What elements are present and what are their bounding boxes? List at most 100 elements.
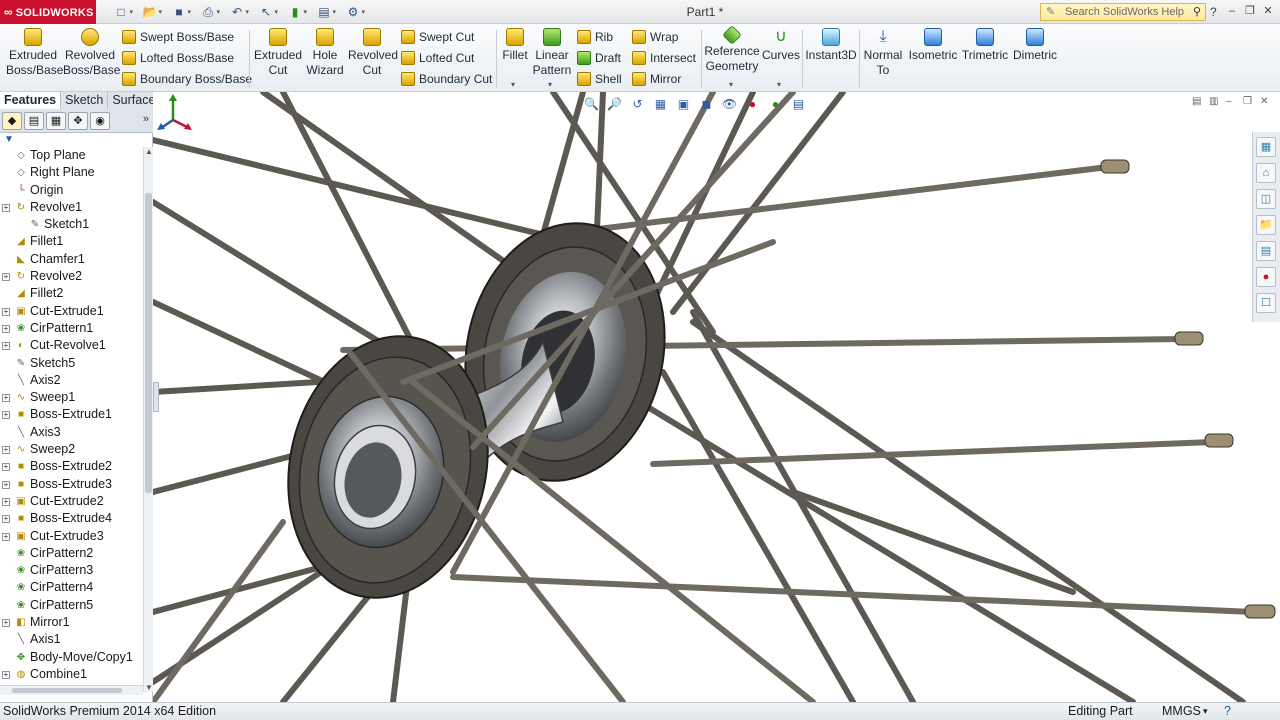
unit-system-dropdown-icon[interactable]: ▾ [1203, 703, 1208, 720]
tab-features[interactable]: Features [0, 92, 62, 109]
feature-tree-item[interactable]: ◢ Fillet1 [0, 233, 143, 250]
normal-to-button[interactable]: ⤓ Normal To [862, 28, 904, 78]
feature-tree-item[interactable]: ❀ CirPattern5 [0, 597, 143, 614]
feature-tree-item[interactable]: + ■ Boss-Extrude2 [0, 458, 143, 475]
expand-icon[interactable]: + [2, 324, 10, 333]
minimize-icon[interactable]: – [1224, 2, 1240, 20]
feature-tree-item[interactable]: + ↻ Revolve1 [0, 199, 143, 216]
extruded-cut-button[interactable]: Extruded Cut [254, 28, 302, 78]
doc-restore-icon[interactable]: ❐ [1243, 96, 1255, 108]
property-manager-tab-icon[interactable]: ▤ [24, 112, 44, 130]
feature-tree-item[interactable]: + ↻ Revolve2 [0, 268, 143, 285]
expand-icon[interactable]: + [2, 480, 10, 489]
split-view-icon[interactable]: ▤ [1192, 96, 1204, 108]
display-style-icon[interactable]: ◼ [698, 96, 715, 113]
feature-tree-item[interactable]: + ▣ Cut-Extrude1 [0, 303, 143, 320]
doc-minimize-icon[interactable]: – [1226, 96, 1238, 108]
restore-icon[interactable]: ❐ [1242, 2, 1258, 20]
feature-tree-item[interactable]: ◇ Top Plane [0, 147, 143, 164]
feature-tree-item[interactable]: ◇ Right Plane [0, 164, 143, 181]
scrollbar-thumb[interactable] [12, 688, 122, 693]
shell-button[interactable]: Shell [577, 70, 622, 88]
feature-tree-item[interactable]: ╲ Axis3 [0, 424, 143, 441]
feature-tree-item[interactable]: ✥ Body-Move/Copy1 [0, 649, 143, 666]
collapse-panel-icon[interactable]: » [143, 113, 149, 125]
section-view-icon[interactable]: ▦ [652, 96, 669, 113]
boundary-cut-button[interactable]: Boundary Cut [401, 70, 492, 88]
new-icon[interactable]: □ [108, 3, 134, 22]
search-icon[interactable]: ⚲ [1193, 4, 1201, 20]
scrollbar-thumb[interactable] [145, 193, 152, 493]
draft-button[interactable]: Draft [577, 49, 621, 67]
hide-show-items-icon[interactable]: 👁 [721, 96, 738, 113]
feature-tree-item[interactable]: ❀ CirPattern4 [0, 579, 143, 596]
file-properties-icon[interactable]: ▤ [311, 3, 337, 22]
feature-tree-item[interactable]: + ▣ Cut-Extrude2 [0, 493, 143, 510]
custom-properties-icon[interactable]: ☐ [1256, 293, 1276, 313]
linear-pattern-dropdown-icon[interactable]: ▾ [548, 80, 552, 89]
previous-view-icon[interactable]: ↺ [629, 96, 646, 113]
expand-icon[interactable]: + [2, 670, 10, 679]
lofted-boss-button[interactable]: Lofted Boss/Base [122, 49, 234, 67]
linear-pattern-button[interactable]: Linear Pattern [532, 28, 572, 78]
solidworks-logo[interactable]: ∞ SOLIDWORKS [0, 0, 96, 24]
curves-dropdown-icon[interactable]: ▾ [777, 80, 781, 89]
feature-tree-item[interactable]: + ■ Boss-Extrude3 [0, 476, 143, 493]
swept-boss-button[interactable]: Swept Boss/Base [122, 28, 234, 46]
feature-tree-item[interactable]: └ Origin [0, 182, 143, 199]
expand-icon[interactable]: + [2, 411, 10, 420]
feature-tree-item[interactable]: + ∿ Sweep1 [0, 389, 143, 406]
view-orientation-icon[interactable]: ▣ [675, 96, 692, 113]
split-view-vertical-icon[interactable]: ▥ [1209, 96, 1221, 108]
feature-tree-tab-icon[interactable]: ◆ [2, 112, 22, 130]
solidworks-resources-icon[interactable]: ▦ [1256, 137, 1276, 157]
feature-tree-item[interactable]: + ◧ Mirror1 [0, 614, 143, 631]
expand-icon[interactable]: + [2, 463, 10, 472]
save-icon[interactable]: ■ [166, 3, 192, 22]
feature-tree-item[interactable]: ✎ Sketch1 [0, 216, 143, 233]
expand-icon[interactable]: + [2, 515, 10, 524]
expand-icon[interactable]: + [2, 497, 10, 506]
scroll-down-icon[interactable]: ▼ [145, 683, 153, 692]
feature-tree-item[interactable]: ❀ CirPattern3 [0, 562, 143, 579]
fillet-dropdown-icon[interactable]: ▾ [511, 80, 515, 89]
design-library-icon[interactable]: ◫ [1256, 189, 1276, 209]
trimetric-button[interactable]: Trimetric [961, 28, 1009, 63]
dimetric-button[interactable]: Dimetric [1011, 28, 1059, 63]
feature-tree-item[interactable]: ◢ Fillet2 [0, 285, 143, 302]
select-icon[interactable]: ↖ [253, 3, 279, 22]
intersect-button[interactable]: Intersect [632, 49, 696, 67]
undo-icon[interactable]: ↶ [224, 3, 250, 22]
revolved-boss-button[interactable]: Revolved Boss/Base [63, 28, 120, 78]
rebuild-icon[interactable]: ▮ [282, 3, 308, 22]
feature-tree-item[interactable]: + ◐ Cut-Revolve1 [0, 337, 143, 354]
feature-tree-item[interactable]: ◣ Chamfer1 [0, 251, 143, 268]
expand-icon[interactable]: + [2, 446, 10, 455]
view-palette-icon[interactable]: ▤ [1256, 241, 1276, 261]
search-help-input[interactable]: ✎ Search SolidWorks Help ⚲ [1040, 3, 1206, 21]
feature-tree-item[interactable]: + ❀ CirPattern1 [0, 320, 143, 337]
scroll-up-icon[interactable]: ▲ [145, 147, 153, 156]
zoom-to-fit-icon[interactable]: 🔍 [583, 96, 600, 113]
mirror-button[interactable]: Mirror [632, 70, 681, 88]
tab-sketch[interactable]: Sketch [61, 92, 109, 109]
expand-icon[interactable]: + [2, 532, 10, 541]
feature-tree-item[interactable]: ✎ Sketch5 [0, 355, 143, 372]
feature-tree-item[interactable]: + ■ Boss-Extrude1 [0, 406, 143, 423]
expand-icon[interactable]: + [2, 273, 10, 282]
boundary-boss-button[interactable]: Boundary Boss/Base [122, 70, 252, 88]
wheel-hub-model[interactable] [153, 92, 1280, 702]
graphics-area[interactable]: 🔍 🔎 ↺ ▦ ▣ ◼ 👁 ● ● ▤ ▤ ▥ – ❐ ✕ ▦ ⌂ ◫ 📁 ▤ … [153, 92, 1280, 702]
revolved-cut-button[interactable]: Revolved Cut [348, 28, 398, 78]
view-settings-icon[interactable]: ▤ [790, 96, 807, 113]
feature-tree-item[interactable]: ╲ Axis2 [0, 372, 143, 389]
feature-tree-item[interactable]: + ◍ Combine1 [0, 666, 143, 683]
display-manager-tab-icon[interactable]: ◉ [90, 112, 110, 130]
expand-icon[interactable]: + [2, 203, 10, 212]
instant3d-button[interactable]: Instant3D [805, 28, 857, 63]
hole-wizard-button[interactable]: Hole Wizard [304, 28, 346, 78]
feature-tree-item[interactable]: + ■ Boss-Extrude4 [0, 510, 143, 527]
expand-icon[interactable]: + [2, 307, 10, 316]
file-explorer-icon[interactable]: 📁 [1256, 215, 1276, 235]
filter-icon[interactable]: ▼ [4, 134, 14, 145]
